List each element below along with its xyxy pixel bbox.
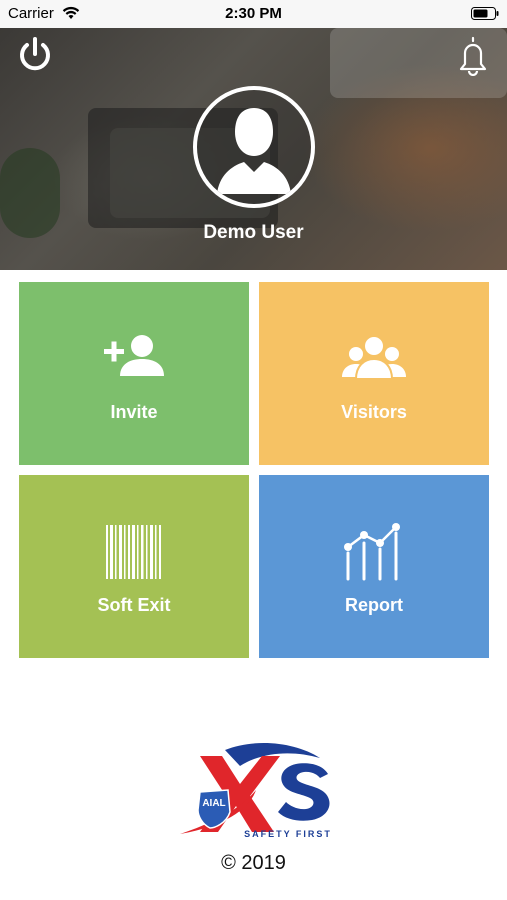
profile-header: Demo User [0,28,507,270]
add-user-icon [94,330,174,390]
barcode-icon [94,523,174,583]
group-icon [334,330,414,390]
user-silhouette-icon [217,108,291,194]
report-label: Report [345,595,403,615]
logo-tagline: SAFETY FIRST [244,829,332,839]
visitors-label: Visitors [341,402,407,422]
soft-exit-label: Soft Exit [97,595,171,615]
invite-label: Invite [110,402,158,422]
power-icon[interactable] [14,34,56,76]
copyright-text: © 2019 [221,852,286,874]
avatar[interactable] [193,86,315,208]
line-chart-icon [334,523,414,583]
report-tile[interactable]: Report [259,475,489,658]
soft-exit-tile[interactable]: Soft Exit [19,475,249,658]
status-bar: Carrier 2:30 PM [0,0,507,28]
company-logo: AIAL SAFETY FIRST [170,740,338,842]
visitors-tile[interactable]: Visitors [259,282,489,465]
clock-time: 2:30 PM [225,5,282,22]
battery-icon [471,7,499,24]
user-name: Demo User [203,222,304,243]
logo-badge-text: AIAL [202,798,225,809]
bell-icon[interactable] [452,34,494,77]
invite-tile[interactable]: Invite [19,282,249,465]
